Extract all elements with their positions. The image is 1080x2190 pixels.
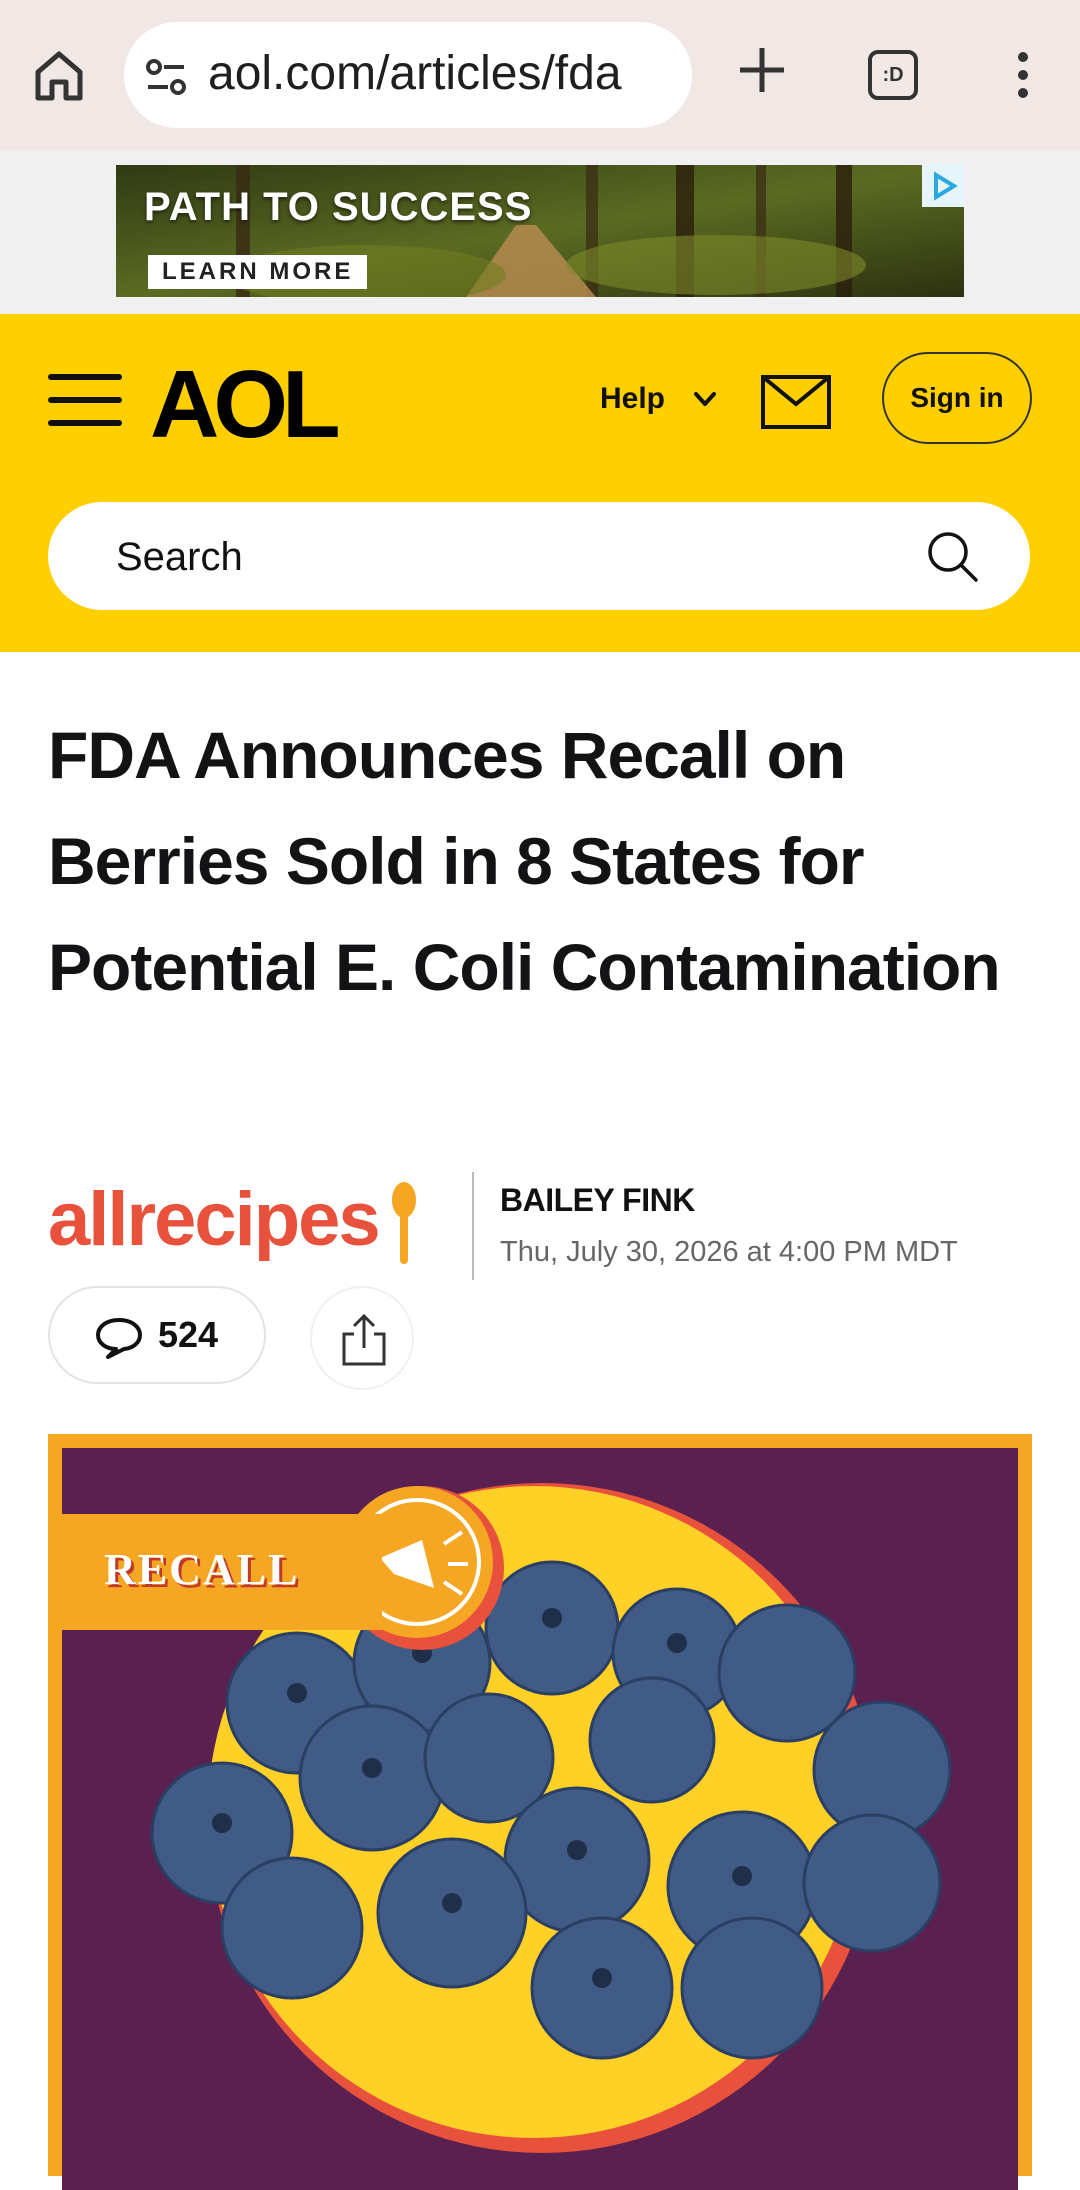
comment-count: 524 bbox=[158, 1314, 219, 1355]
hero-image-inner: RECALL bbox=[62, 1448, 1018, 2190]
home-icon[interactable] bbox=[30, 46, 88, 104]
publish-date: Thu, July 30, 2026 at 4:00 PM MDT bbox=[500, 1236, 958, 1268]
chevron-down-icon[interactable] bbox=[690, 384, 720, 414]
site-settings-icon[interactable] bbox=[144, 55, 188, 99]
ad-headline: PATH TO SUCCESS bbox=[144, 185, 533, 229]
ad-banner[interactable]: PATH TO SUCCESS LEARN MORE bbox=[116, 165, 964, 297]
share-icon bbox=[342, 1313, 386, 1366]
source-logo[interactable]: allrecipes bbox=[48, 1176, 416, 1264]
author-name[interactable]: BAILEY FINK bbox=[500, 1182, 695, 1219]
browser-toolbar: aol.com/articles/fda :D bbox=[0, 0, 1080, 150]
spoon-icon bbox=[392, 1182, 416, 1264]
article-title: FDA Announces Recall on Berries Sold in … bbox=[48, 718, 1001, 1004]
recall-badge-text: RECALL bbox=[104, 1545, 300, 1594]
comment-icon bbox=[96, 1318, 142, 1359]
tab-switcher-button[interactable]: :D bbox=[868, 50, 918, 100]
site-header: AOL Help Sign in bbox=[0, 314, 1080, 652]
ad-choices-icon[interactable] bbox=[922, 165, 964, 207]
byline-divider bbox=[472, 1172, 474, 1280]
hamburger-menu-icon[interactable] bbox=[48, 374, 122, 430]
search-icon[interactable] bbox=[924, 528, 980, 584]
search-input[interactable] bbox=[114, 522, 918, 592]
sign-in-button[interactable]: Sign in bbox=[882, 352, 1032, 444]
address-bar[interactable]: aol.com/articles/fda bbox=[124, 22, 692, 128]
share-button[interactable] bbox=[310, 1286, 414, 1390]
recall-badge: RECALL bbox=[62, 1514, 382, 1630]
search-bar bbox=[48, 502, 1030, 610]
url-text[interactable]: aol.com/articles/fda bbox=[208, 46, 678, 101]
comments-button[interactable]: 524 bbox=[48, 1286, 266, 1384]
new-tab-icon[interactable] bbox=[734, 42, 790, 98]
mail-icon[interactable] bbox=[760, 374, 832, 430]
aol-logo[interactable]: AOL bbox=[150, 350, 341, 460]
source-name: allrecipes bbox=[48, 1177, 381, 1262]
hero-image[interactable]: RECALL bbox=[48, 1434, 1032, 2190]
help-menu-label[interactable]: Help bbox=[600, 382, 665, 416]
more-options-icon[interactable] bbox=[1008, 50, 1038, 100]
ad-learn-more-button[interactable]: LEARN MORE bbox=[148, 255, 368, 289]
ad-container: PATH TO SUCCESS LEARN MORE bbox=[0, 150, 1080, 314]
